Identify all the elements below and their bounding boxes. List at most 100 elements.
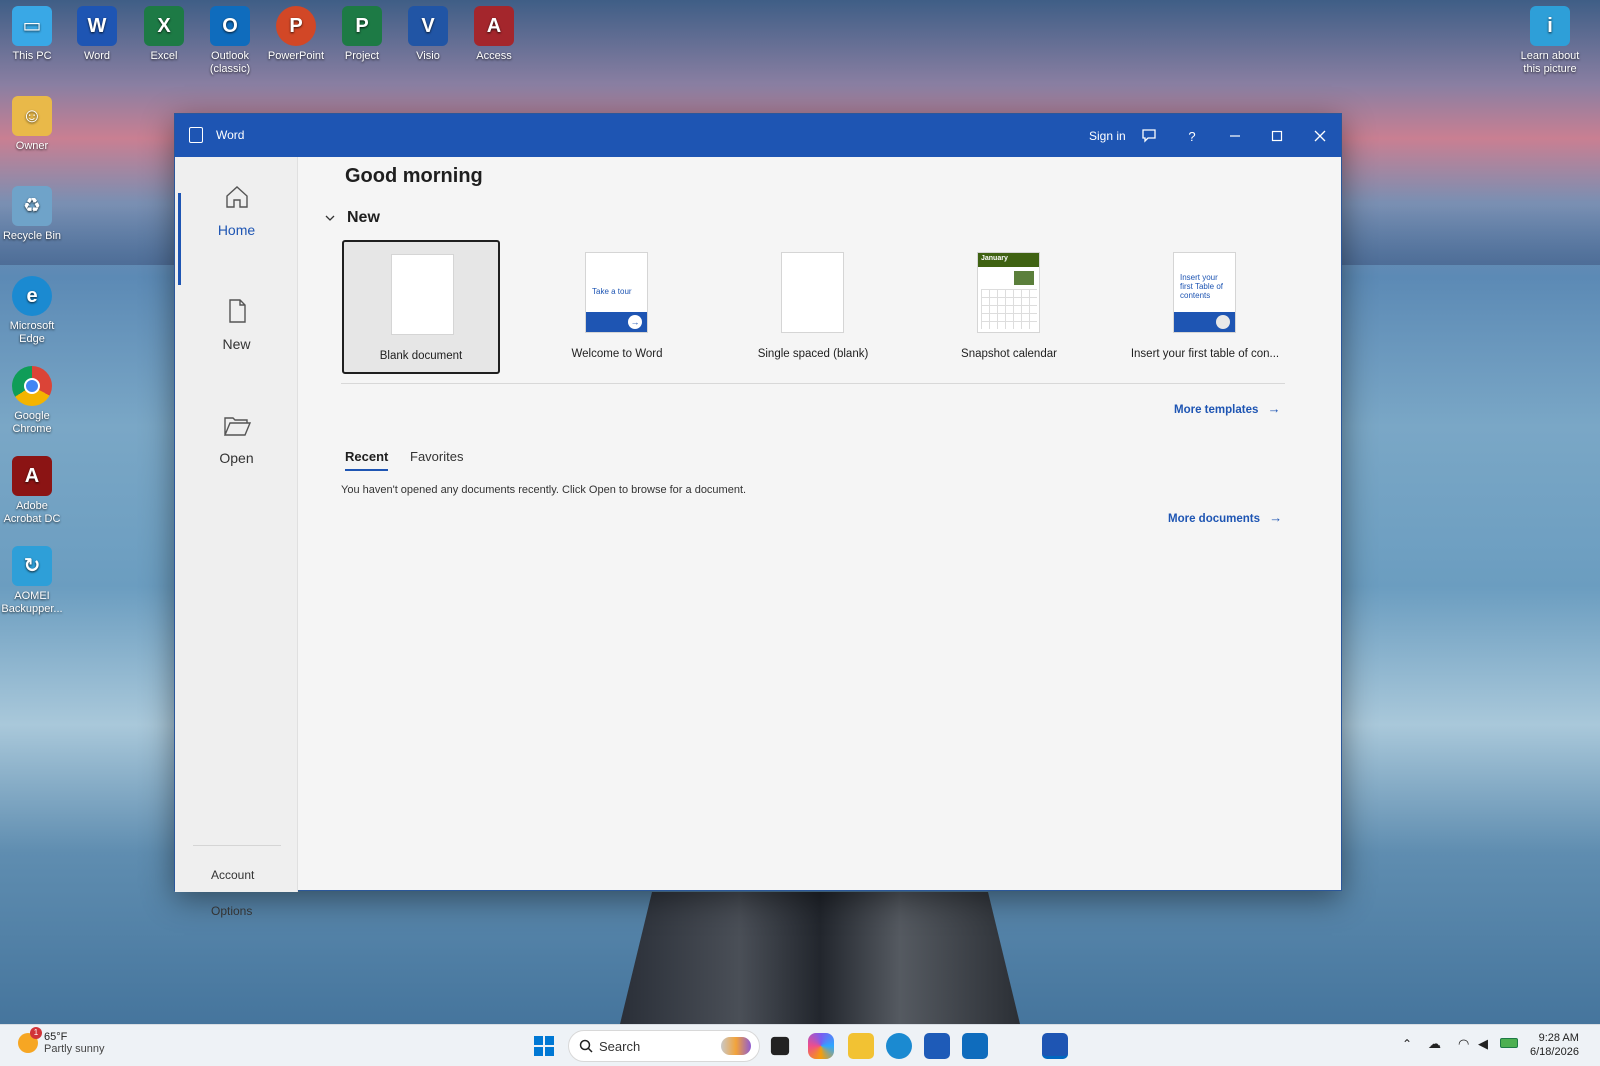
desktop-icon-access[interactable]: A Access: [460, 6, 528, 63]
account-link[interactable]: Account: [211, 868, 254, 882]
desktop-icon-word[interactable]: W Word: [63, 6, 131, 63]
template-single-spaced[interactable]: Single spaced (blank): [734, 240, 892, 374]
project-icon: P: [342, 6, 382, 46]
onedrive-offline-icon[interactable]: ☁: [1428, 1036, 1441, 1052]
maximize-icon: [1271, 130, 1283, 142]
clock-date: 6/18/2026: [1530, 1046, 1579, 1058]
more-documents-label: More documents: [1168, 513, 1261, 525]
arrow-right-icon: →: [628, 315, 642, 329]
sign-in-link[interactable]: Sign in: [1089, 129, 1126, 143]
template-thumbnail: Insert your first Table of contents: [1173, 252, 1236, 333]
word-window: Word Sign in ? Home New Open Account Opt…: [174, 113, 1342, 918]
desktop-icon-edge[interactable]: e Microsoft Edge: [0, 276, 66, 346]
template-welcome-to-word[interactable]: Take a tour → Welcome to Word: [538, 240, 696, 374]
desktop-icon-acrobat[interactable]: A Adobe Acrobat DC: [0, 456, 66, 526]
template-label: Single spaced (blank): [757, 348, 869, 360]
chevron-up-icon[interactable]: ⌃: [1402, 1037, 1412, 1051]
desktop-icon-outlook[interactable]: O Outlook (classic): [196, 6, 264, 76]
options-link[interactable]: Options: [211, 904, 252, 918]
new-section-header[interactable]: New: [325, 209, 380, 227]
system-clock[interactable]: 9:28 AM 6/18/2026: [1530, 1031, 1579, 1059]
close-button[interactable]: [1304, 122, 1336, 150]
visio-icon: V: [408, 6, 448, 46]
desktop-icon-excel[interactable]: X Excel: [130, 6, 198, 63]
minimize-button[interactable]: [1219, 122, 1251, 150]
desktop-icon-label: AOMEI Backupper...: [1, 590, 63, 615]
tab-recent[interactable]: Recent: [345, 449, 389, 471]
toc-badge-icon: [1216, 315, 1230, 329]
user-folder-icon: ☺: [12, 96, 52, 136]
taskbar-search[interactable]: Search: [568, 1030, 760, 1062]
help-button[interactable]: ?: [1176, 122, 1208, 150]
close-icon: [1314, 130, 1326, 142]
desktop-icon-label: Excel: [150, 50, 178, 62]
wifi-icon[interactable]: ◠: [1458, 1036, 1469, 1052]
desktop-icon-chrome[interactable]: Google Chrome: [0, 366, 66, 436]
tab-favorites[interactable]: Favorites: [410, 449, 463, 464]
template-thumb-text: Take a tour: [592, 287, 632, 296]
copilot-icon[interactable]: [808, 1033, 834, 1059]
desktop-icon-owner[interactable]: ☺ Owner: [0, 96, 66, 153]
template-blank-document[interactable]: Blank document: [342, 240, 500, 374]
desktop-icon-label: Owner: [15, 140, 49, 152]
home-pane: Good morning New Blank document Take a t…: [299, 157, 1341, 890]
sidebar-divider: [193, 845, 281, 846]
sidebar-item-new[interactable]: New: [175, 297, 298, 393]
monitor-icon: ▭: [12, 6, 52, 46]
edge-icon: e: [12, 276, 52, 316]
desktop-icon-visio[interactable]: V Visio: [394, 6, 462, 63]
template-thumbnail: January: [977, 252, 1040, 333]
template-table-of-contents[interactable]: Insert your first Table of contents Inse…: [1126, 240, 1284, 374]
template-snapshot-calendar[interactable]: January Snapshot calendar: [930, 240, 1088, 374]
desktop-icon-aomei[interactable]: ↻ AOMEI Backupper...: [0, 546, 66, 616]
desktop-icon-label: Adobe Acrobat DC: [3, 500, 61, 525]
desktop-icon-learn-about[interactable]: i Learn about this picture: [1514, 6, 1586, 76]
desktop-icon-recycle-bin[interactable]: ♻ Recycle Bin: [0, 186, 66, 243]
windows-logo-icon: [534, 1036, 543, 1045]
powerpoint-icon: P: [276, 6, 316, 46]
open-folder-icon: [223, 417, 251, 436]
template-thumbnail: Take a tour →: [585, 252, 648, 333]
word-taskbar-icon[interactable]: [1042, 1033, 1068, 1059]
desktop-icon-label: Recycle Bin: [2, 230, 62, 242]
clock-time: 9:28 AM: [1538, 1032, 1579, 1044]
aomei-icon: ↻: [12, 546, 52, 586]
excel-icon: X: [144, 6, 184, 46]
edge-taskbar-icon[interactable]: [886, 1033, 912, 1059]
more-templates-link[interactable]: More templates →: [1174, 401, 1281, 416]
desktop-icon-label: Learn about this picture: [1520, 50, 1580, 75]
volume-icon[interactable]: ◀: [1478, 1036, 1488, 1052]
desktop-icon-this-pc[interactable]: ▭ This PC: [0, 6, 66, 63]
sidebar-item-label: Open: [219, 450, 254, 466]
desktop-icon-label: This PC: [12, 50, 52, 62]
minimize-icon: [1230, 135, 1240, 137]
desktop-icon-label: Outlook (classic): [209, 50, 251, 75]
weather-temp: 65°F: [44, 1031, 68, 1043]
sidebar-item-home[interactable]: Home: [175, 183, 298, 285]
search-icon: [579, 1039, 593, 1053]
template-thumb-text: January: [981, 255, 1008, 262]
backstage-sidebar: Home New Open Account Options: [175, 157, 298, 918]
store-icon[interactable]: [924, 1033, 950, 1059]
battery-icon[interactable]: [1500, 1038, 1518, 1048]
weather-widget[interactable]: 1 65°F Partly sunny: [18, 1027, 105, 1055]
template-thumbnail: [391, 254, 454, 335]
taskbar: 1 65°F Partly sunny Search ⌃ ☁ ◠ ◀ 9:28 …: [0, 1024, 1600, 1066]
feedback-button[interactable]: [1133, 122, 1165, 150]
file-explorer-icon[interactable]: [848, 1033, 874, 1059]
sidebar-item-open[interactable]: Open: [175, 411, 298, 507]
outlook-taskbar-icon[interactable]: [962, 1033, 988, 1059]
task-view-icon[interactable]: [770, 1036, 790, 1056]
desktop-icon-label: Microsoft Edge: [9, 320, 55, 345]
desktop-icon-label: Word: [83, 50, 111, 62]
more-documents-link[interactable]: More documents →: [1168, 510, 1282, 525]
search-placeholder: Search: [599, 1039, 641, 1054]
template-label: Welcome to Word: [571, 348, 663, 360]
desktop-icon-label: Visio: [416, 50, 440, 62]
desktop-icon-powerpoint[interactable]: P PowerPoint: [262, 6, 330, 63]
arrow-right-icon: →: [1267, 401, 1281, 416]
start-button[interactable]: [531, 1033, 557, 1059]
word-icon: W: [77, 6, 117, 46]
maximize-button[interactable]: [1261, 122, 1293, 150]
desktop-icon-project[interactable]: P Project: [328, 6, 396, 63]
